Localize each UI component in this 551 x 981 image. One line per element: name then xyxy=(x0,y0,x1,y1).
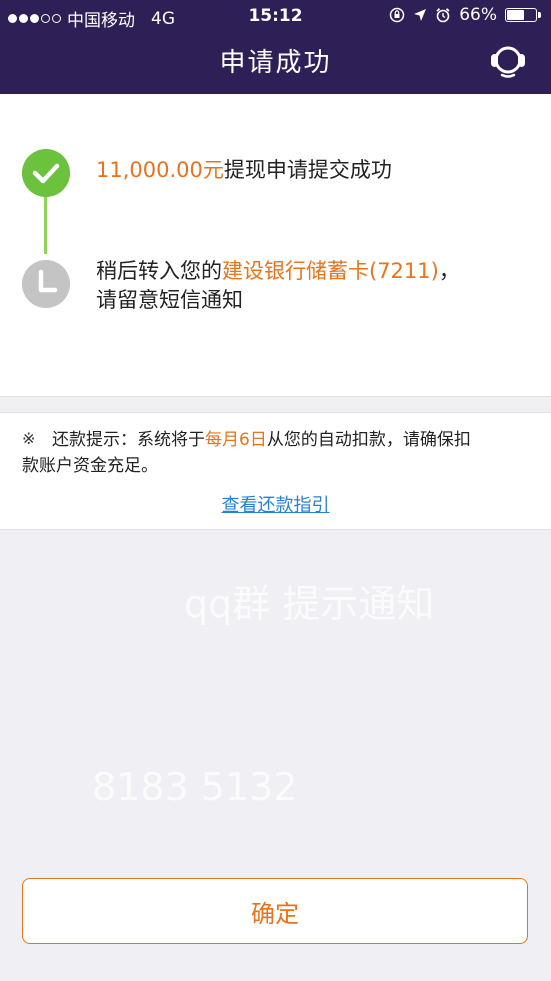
step-transfer: 稍后转入您的建设银行储蓄卡(7211)， 请留意短信通知 xyxy=(96,257,460,315)
watermark-number: 8183 5132 xyxy=(92,765,298,809)
status-bar: 中国移动 4G 15:12 66% xyxy=(0,0,551,32)
alarm-icon xyxy=(436,8,450,23)
battery-icon xyxy=(505,8,541,22)
bank-card-name: 建设银行储蓄卡(7211) xyxy=(222,259,439,283)
location-icon xyxy=(414,9,427,21)
check-icon xyxy=(22,149,70,197)
customer-service-icon[interactable] xyxy=(489,42,527,80)
watermark-text: qq群 提示通知 xyxy=(184,582,435,626)
rotation-lock-icon xyxy=(389,7,405,23)
progress-card: 11,000.00元提现申请提交成功 稍后转入您的建设银行储蓄卡(7211)， … xyxy=(0,94,551,397)
notice-prefix: 还款提示：系统将于 xyxy=(52,430,205,450)
page-title: 申请成功 xyxy=(219,48,332,78)
repayment-date: 每月6日 xyxy=(205,430,267,450)
notice-suffix: 从您的自动扣款，请确保扣 xyxy=(266,430,471,450)
step-submitted-label: 提现申请提交成功 xyxy=(223,158,392,182)
notice-mark: ※ xyxy=(22,429,36,448)
notice-line2: 款账户资金充足。 xyxy=(22,456,158,476)
step-connector xyxy=(44,194,47,254)
transfer-prefix: 稍后转入您的 xyxy=(96,259,222,283)
step-submitted: 11,000.00元提现申请提交成功 xyxy=(96,156,392,185)
transfer-sms-note: 请留意短信通知 xyxy=(96,288,243,312)
battery-percent: 66% xyxy=(459,5,497,25)
repayment-guide-link[interactable]: 查看还款指引 xyxy=(0,491,551,517)
withdraw-amount: 11,000.00元 xyxy=(96,158,224,182)
notice-text: 还款提示：系统将于每月6日从您的自动扣款，请确保扣 款账户资金充足。 xyxy=(22,427,528,479)
status-right: 66% xyxy=(389,5,541,25)
transfer-comma: ， xyxy=(438,259,460,283)
repayment-notice: ※ 还款提示：系统将于每月6日从您的自动扣款，请确保扣 款账户资金充足。 查看还… xyxy=(0,412,551,530)
confirm-button[interactable]: 确定 xyxy=(22,878,528,944)
clock-icon xyxy=(22,260,70,308)
header: 中国移动 4G 15:12 66% 申请成功 xyxy=(0,0,551,94)
